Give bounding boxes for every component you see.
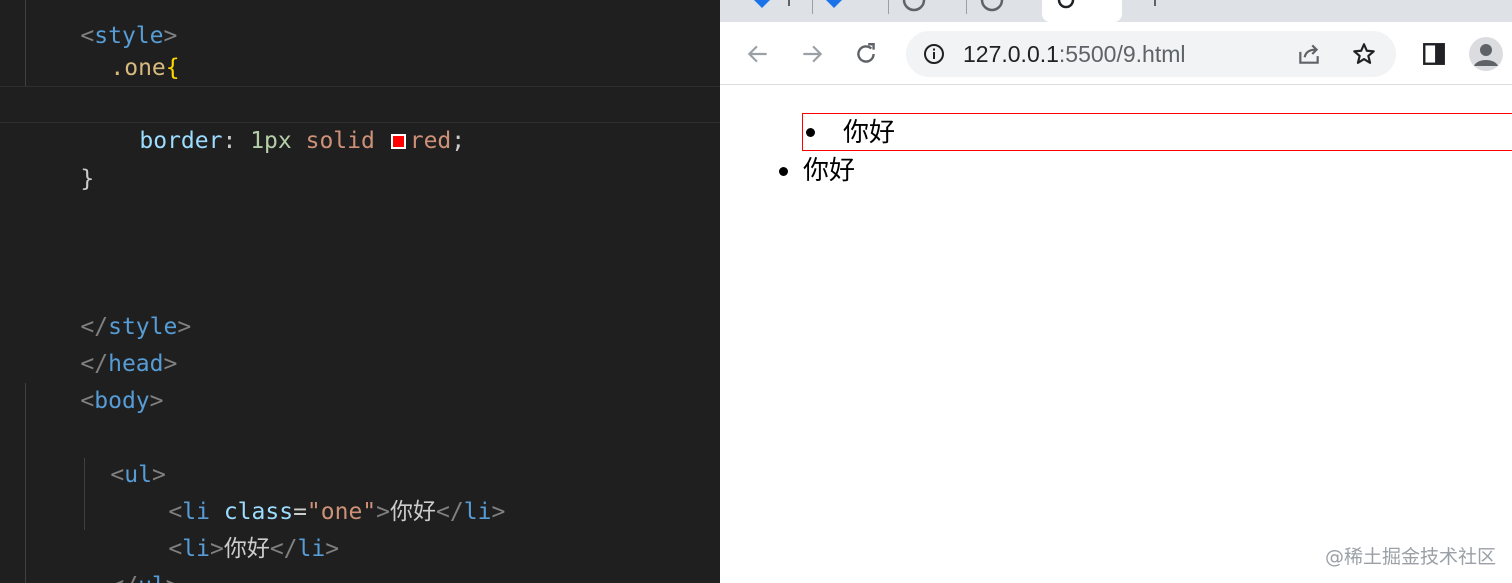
forward-button[interactable]: [794, 36, 830, 72]
arrow-right-icon: [803, 45, 823, 63]
tab-2[interactable]: [820, 0, 880, 22]
url-host: 127.0.0.1: [963, 41, 1059, 67]
new-tab-button[interactable]: [1140, 0, 1180, 22]
list-item-one-inside: 你好: [802, 113, 1512, 151]
code-line[interactable]: <ul>: [0, 420, 720, 488]
info-icon[interactable]: [922, 42, 946, 66]
tab-favicon-icon: [826, 0, 842, 8]
tab-globe-icon: [902, 0, 926, 12]
tab-3[interactable]: [896, 0, 956, 22]
tab-1[interactable]: [748, 0, 808, 22]
list-item-text: 你好: [803, 156, 856, 186]
tab-globe-icon: [980, 0, 1004, 12]
profile-icon: [1469, 37, 1503, 71]
code-line[interactable]: }: [0, 124, 720, 192]
token-tag-bracket: </: [110, 573, 138, 583]
arrow-left-icon: [747, 45, 767, 63]
tab-separator: [888, 0, 889, 14]
side-panel-icon: [1423, 43, 1445, 65]
code-line[interactable]: </ul>: [0, 531, 720, 583]
token-tag-bracket: <: [80, 388, 95, 414]
tab-strip: [720, 0, 1512, 22]
side-panel-button[interactable]: [1416, 36, 1452, 72]
browser-toolbar: 127.0.0.1:5500/9.html: [720, 22, 1512, 85]
code-line[interactable]: .one{: [0, 13, 720, 81]
reload-button[interactable]: [848, 36, 884, 72]
code-line-active[interactable]: border: 1px solid red;: [0, 86, 720, 154]
url-path: :5500/9.html: [1058, 41, 1186, 67]
code-line[interactable]: </style>: [0, 272, 720, 340]
tab-favicon-icon: [1057, 0, 1075, 9]
token-brace: }: [80, 166, 95, 192]
list-item-outside: 你好: [776, 152, 976, 190]
watermark-text: @稀土掘金技术社区: [1324, 546, 1496, 568]
tab-favicon-icon: [754, 0, 770, 8]
reload-icon: [857, 43, 875, 63]
code-line[interactable]: <li>你好</li>: [0, 494, 720, 562]
code-line[interactable]: <body>: [0, 346, 720, 414]
code-line[interactable]: list-style-position: inside;: [0, 50, 720, 118]
browser-window: 127.0.0.1:5500/9.html 你好 你好 @稀土掘金技术社区: [720, 0, 1512, 583]
page-viewport: 你好 你好 @稀土掘金技术社区: [720, 85, 1512, 583]
tab-active[interactable]: [1042, 0, 1122, 22]
token-tag-bracket: >: [149, 388, 164, 414]
tab-separator: [812, 0, 813, 14]
url-text[interactable]: 127.0.0.1:5500/9.html: [963, 31, 1186, 77]
token-tag-name: ul: [138, 573, 166, 583]
star-icon[interactable]: [1351, 41, 1377, 67]
list-bullet: [806, 128, 815, 137]
code-line[interactable]: <li class="one">你好</li>: [0, 457, 720, 525]
code-editor[interactable]: <style> .one{ list-style-position: insid…: [0, 0, 720, 583]
code-line[interactable]: </head>: [0, 309, 720, 377]
token-tag-bracket: >: [166, 573, 180, 583]
list-bullet: [779, 167, 788, 176]
profile-button[interactable]: [1468, 36, 1504, 72]
address-bar[interactable]: 127.0.0.1:5500/9.html: [906, 31, 1396, 77]
share-icon[interactable]: [1296, 41, 1322, 67]
back-button[interactable]: [740, 36, 776, 72]
token-tag-name: body: [94, 388, 150, 414]
tab-separator: [966, 0, 967, 14]
list-item-text: 你好: [843, 118, 896, 148]
tab-4[interactable]: [974, 0, 1034, 22]
